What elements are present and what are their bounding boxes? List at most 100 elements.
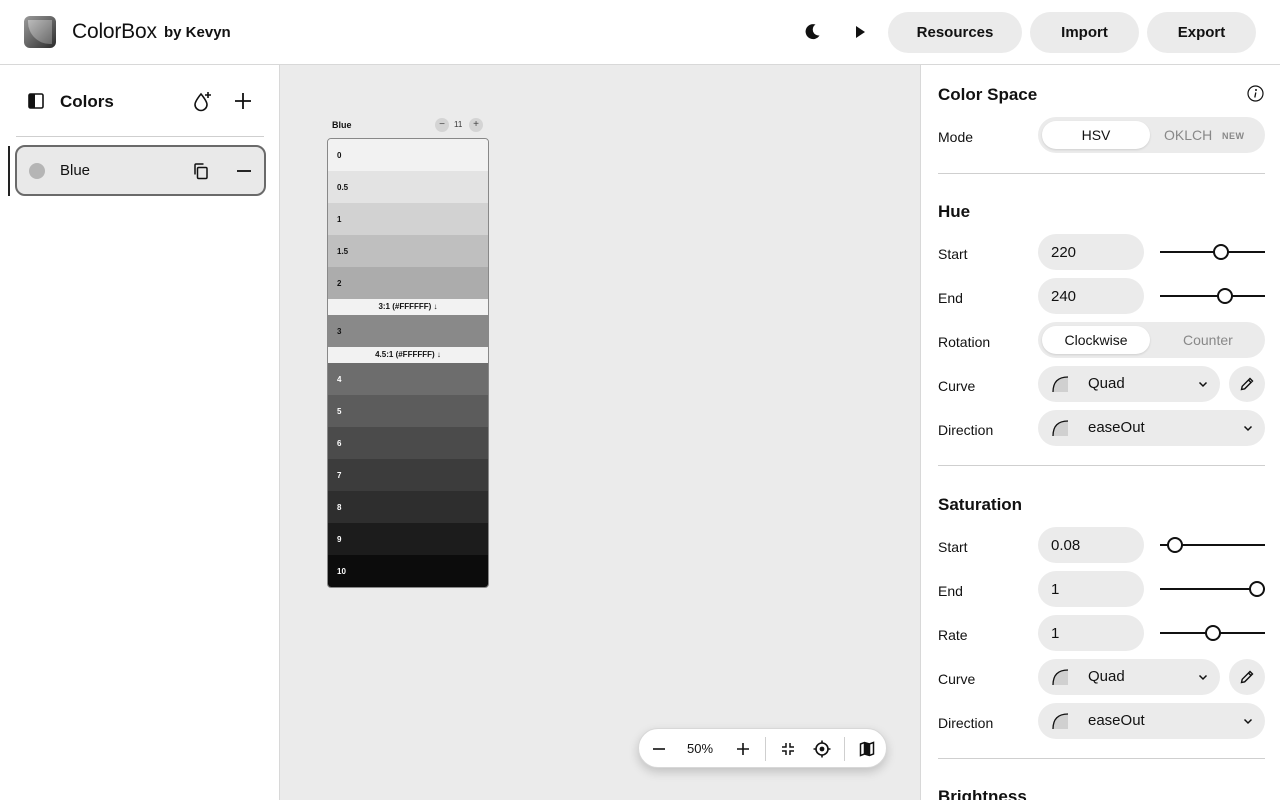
hue-start-input[interactable] (1038, 234, 1144, 270)
toggle-sidebar-button[interactable] (27, 92, 45, 110)
palette-swatch-column: 0 0.5 1 1.5 2 3:1 (#FFFFFF) ↓ 3 4.5:1 (#FFFFFF)… (327, 138, 489, 588)
hue-end-input[interactable] (1038, 278, 1144, 314)
resources-button[interactable]: Resources (888, 12, 1022, 53)
palette-swatch[interactable]: 0 (328, 139, 488, 171)
mode-option-oklch[interactable]: OKLCH (1164, 121, 1212, 149)
hue-start-slider[interactable] (1160, 242, 1265, 262)
slider-thumb[interactable] (1167, 537, 1184, 553)
sidebar-title: Colors (60, 92, 114, 111)
zoom-level: 50% (687, 741, 714, 756)
color-item-label: Blue (60, 162, 91, 179)
brightness-heading: Brightness (938, 787, 1027, 800)
toolbar-divider (844, 737, 845, 761)
palette-name: Blue (332, 120, 352, 130)
palette-swatch[interactable]: 4 (328, 363, 488, 395)
hue-direction-select[interactable]: easeOut (1038, 410, 1265, 446)
toolbar-divider (765, 737, 766, 761)
palette-swatch[interactable]: 3 (328, 315, 488, 347)
play-button[interactable] (848, 20, 872, 44)
hue-direction-label: Direction (938, 422, 994, 438)
saturation-curve-select[interactable]: Quad (1038, 659, 1220, 695)
saturation-direction-select[interactable]: easeOut (1038, 703, 1265, 739)
decrease-steps-button[interactable]: − (435, 118, 449, 132)
import-button[interactable]: Import (1030, 12, 1139, 53)
palette-swatch[interactable]: 5 (328, 395, 488, 427)
saturation-rate-slider[interactable] (1160, 623, 1265, 643)
fit-to-screen-button[interactable] (776, 737, 800, 761)
center-view-button[interactable] (810, 737, 834, 761)
drop-plus-icon (194, 92, 211, 112)
dark-mode-toggle[interactable] (800, 20, 824, 44)
rotation-segmented-control: Clockwise Counter (1038, 322, 1265, 358)
color-swatch-dot (29, 163, 45, 179)
palette-swatch[interactable]: 7 (328, 459, 488, 491)
saturation-start-input[interactable] (1038, 527, 1144, 563)
hue-end-label: End (938, 290, 963, 306)
slider-thumb[interactable] (1204, 625, 1221, 641)
colorbox-logo (24, 16, 56, 48)
collapse-icon (782, 743, 794, 755)
hue-direction-value: easeOut (1088, 419, 1145, 436)
rotation-option-counter[interactable]: Counter (1183, 326, 1233, 354)
palette-swatch[interactable]: 8 (328, 491, 488, 523)
zoom-out-button[interactable] (647, 737, 671, 761)
palette-swatch[interactable]: 9 (328, 523, 488, 555)
moon-icon (805, 24, 820, 40)
saturation-rate-input[interactable] (1038, 615, 1144, 651)
plus-icon (737, 743, 749, 755)
saturation-curve-edit-button[interactable] (1229, 659, 1265, 695)
saturation-direction-label: Direction (938, 715, 994, 731)
palette-swatch[interactable]: 10 (328, 555, 488, 587)
mode-option-hsv[interactable]: HSV (1042, 121, 1150, 149)
hue-end-slider[interactable] (1160, 286, 1265, 306)
saturation-rate-label: Rate (938, 627, 968, 643)
palette-swatch[interactable]: 2 (328, 267, 488, 299)
chevron-down-icon (1243, 425, 1253, 432)
increase-steps-button[interactable]: + (469, 118, 483, 132)
target-icon (813, 740, 831, 758)
color-space-heading: Color Space (938, 85, 1038, 104)
rotation-option-clockwise[interactable]: Clockwise (1042, 326, 1150, 354)
active-indicator (8, 146, 10, 196)
minimap-button[interactable] (855, 737, 879, 761)
palette-swatch[interactable]: 6 (328, 427, 488, 459)
section-divider (938, 173, 1265, 174)
palette-swatch[interactable]: 0.5 (328, 171, 488, 203)
remove-color-button[interactable] (235, 162, 253, 180)
slider-thumb[interactable] (1212, 244, 1229, 260)
properties-panel: Color Space Mode HSV OKLCH NEW Hue Start… (920, 65, 1280, 800)
palette-swatch[interactable]: 1.5 (328, 235, 488, 267)
hue-curve-edit-button[interactable] (1229, 366, 1265, 402)
info-icon (1247, 85, 1264, 102)
curve-icon (1052, 420, 1069, 437)
palette-swatch[interactable]: 1 (328, 203, 488, 235)
plus-icon (235, 93, 251, 109)
export-button[interactable]: Export (1147, 12, 1256, 53)
add-palette-button[interactable] (191, 90, 213, 112)
chevron-down-icon (1198, 674, 1208, 681)
zoom-in-button[interactable] (731, 737, 755, 761)
pencil-icon (1240, 377, 1254, 391)
contrast-marker: 4.5:1 (#FFFFFF) ↓ (328, 347, 488, 363)
chevron-down-icon (1198, 381, 1208, 388)
chevron-down-icon (1243, 718, 1253, 725)
new-badge: NEW (1222, 131, 1245, 141)
step-count: 11 (454, 120, 463, 129)
sidebar-item-blue[interactable]: Blue (15, 145, 266, 196)
saturation-end-slider[interactable] (1160, 579, 1265, 599)
minus-icon (653, 748, 665, 750)
curve-icon (1052, 713, 1069, 730)
duplicate-color-button[interactable] (192, 162, 210, 180)
sidebar-panel-icon (28, 93, 44, 109)
add-color-button[interactable] (233, 91, 253, 111)
slider-thumb[interactable] (1216, 288, 1233, 304)
section-divider (938, 465, 1265, 466)
palette-canvas[interactable]: Blue − 11 + 0 0.5 1 1.5 2 3:1 (#FFFFFF) ↓ 3 4.5… (280, 65, 920, 800)
saturation-start-slider[interactable] (1160, 535, 1265, 555)
hue-curve-label: Curve (938, 378, 976, 394)
slider-thumb[interactable] (1249, 581, 1265, 597)
hue-curve-select[interactable]: Quad (1038, 366, 1220, 402)
color-space-info-button[interactable] (1247, 85, 1264, 102)
saturation-end-input[interactable] (1038, 571, 1144, 607)
app-title: ColorBox (72, 20, 157, 43)
